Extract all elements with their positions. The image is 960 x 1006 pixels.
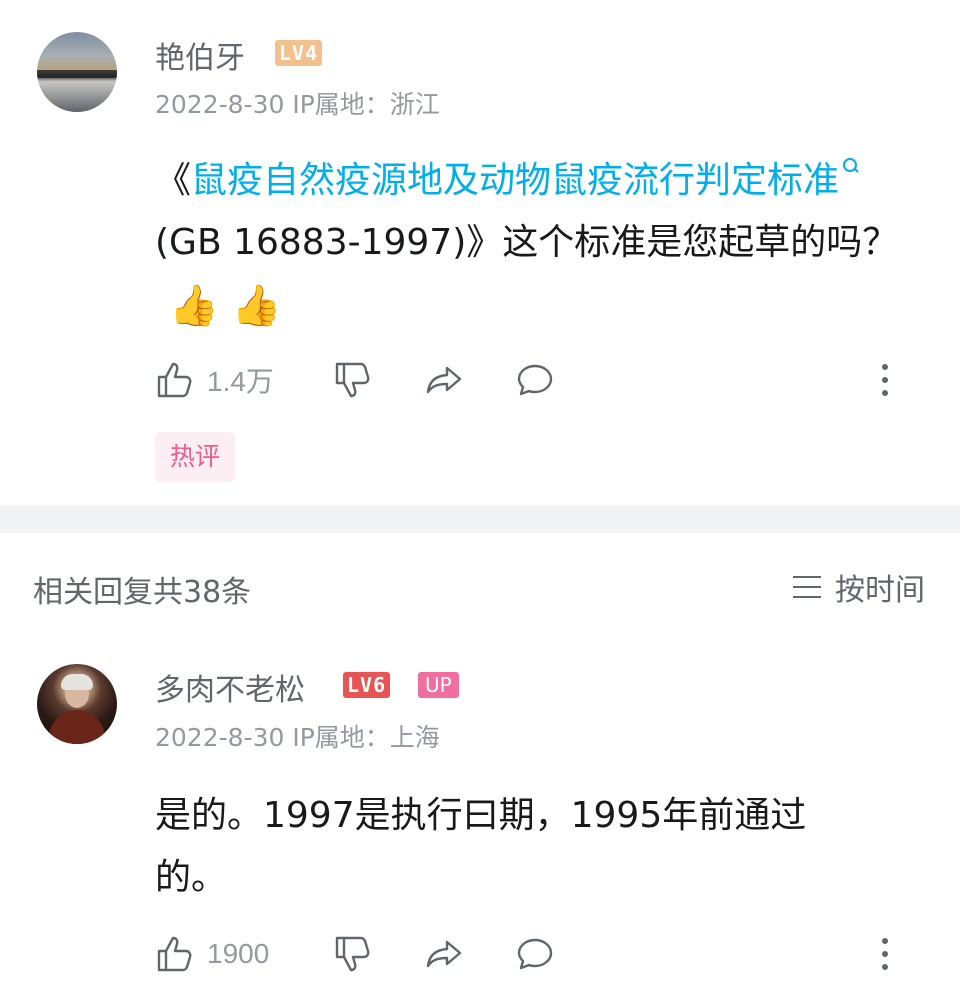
thumb-up-icon: [157, 362, 192, 398]
more-icon[interactable]: [875, 360, 895, 400]
username[interactable]: 多肉不老松: [155, 665, 305, 709]
comment-text: 《鼠疫自然疫源地及动物鼠疫流行判定标准 (GB 16883-1997)》这个标准是…: [155, 150, 925, 337]
like-count: 1.4万: [207, 366, 274, 397]
content-suffix: (GB 16883-1997)》这个标准是您起草的吗？: [155, 222, 899, 263]
avatar[interactable]: [37, 664, 117, 744]
replies-header: 相关回复共38条 按时间: [0, 533, 960, 637]
sort-icon: [793, 575, 821, 599]
like-button[interactable]: 1900: [155, 930, 269, 978]
thumb-up-icon: [157, 936, 192, 972]
share-icon: [426, 366, 462, 394]
comment-meta: 2022-8-30 IP属地：浙江: [155, 85, 440, 121]
section-divider: [0, 505, 960, 533]
comment-text: 是的。1997是执行曰期，1995年前通过的。: [155, 795, 807, 898]
reply-count: 相关回复共38条: [33, 575, 252, 610]
ip-location: IP属地：上海: [292, 723, 440, 752]
share-button[interactable]: [425, 930, 465, 978]
comment-actions: 1900: [155, 930, 895, 978]
hot-comment-tag: 热评: [155, 432, 236, 482]
like-button[interactable]: 1.4万: [155, 356, 274, 404]
ip-location: IP属地：浙江: [292, 90, 440, 119]
sort-label: 按时间: [835, 573, 925, 608]
up-badge: UP: [418, 672, 459, 698]
comment-icon: [517, 938, 553, 970]
sort-button[interactable]: 按时间: [793, 565, 925, 609]
avatar[interactable]: [37, 32, 117, 112]
username[interactable]: 艳伯牙: [155, 33, 245, 77]
search-icon[interactable]: [841, 150, 859, 180]
thumb-down-icon: [335, 362, 370, 398]
comment-date: 2022-8-30: [155, 723, 285, 752]
thumbs-up-emoji: 👍 👍: [169, 283, 282, 329]
comment-meta: 2022-8-30 IP属地：上海: [155, 718, 440, 754]
content-prefix: 《: [155, 160, 192, 201]
level-badge: LV6: [343, 672, 391, 698]
level-badge: LV4: [275, 40, 323, 66]
comment-date: 2022-8-30: [155, 90, 285, 119]
comment-icon: [517, 364, 553, 396]
share-button[interactable]: [425, 356, 465, 404]
dislike-button[interactable]: [333, 930, 373, 978]
dislike-button[interactable]: [333, 356, 373, 404]
search-link[interactable]: 鼠疫自然疫源地及动物鼠疫流行判定标准: [191, 160, 839, 201]
reply-button[interactable]: [515, 356, 555, 404]
comment-actions: 1.4万: [155, 356, 895, 404]
thumb-down-icon: [335, 936, 370, 972]
reply-button[interactable]: [515, 930, 555, 978]
more-icon[interactable]: [875, 934, 895, 974]
share-icon: [426, 940, 462, 968]
like-count: 1900: [207, 938, 270, 969]
